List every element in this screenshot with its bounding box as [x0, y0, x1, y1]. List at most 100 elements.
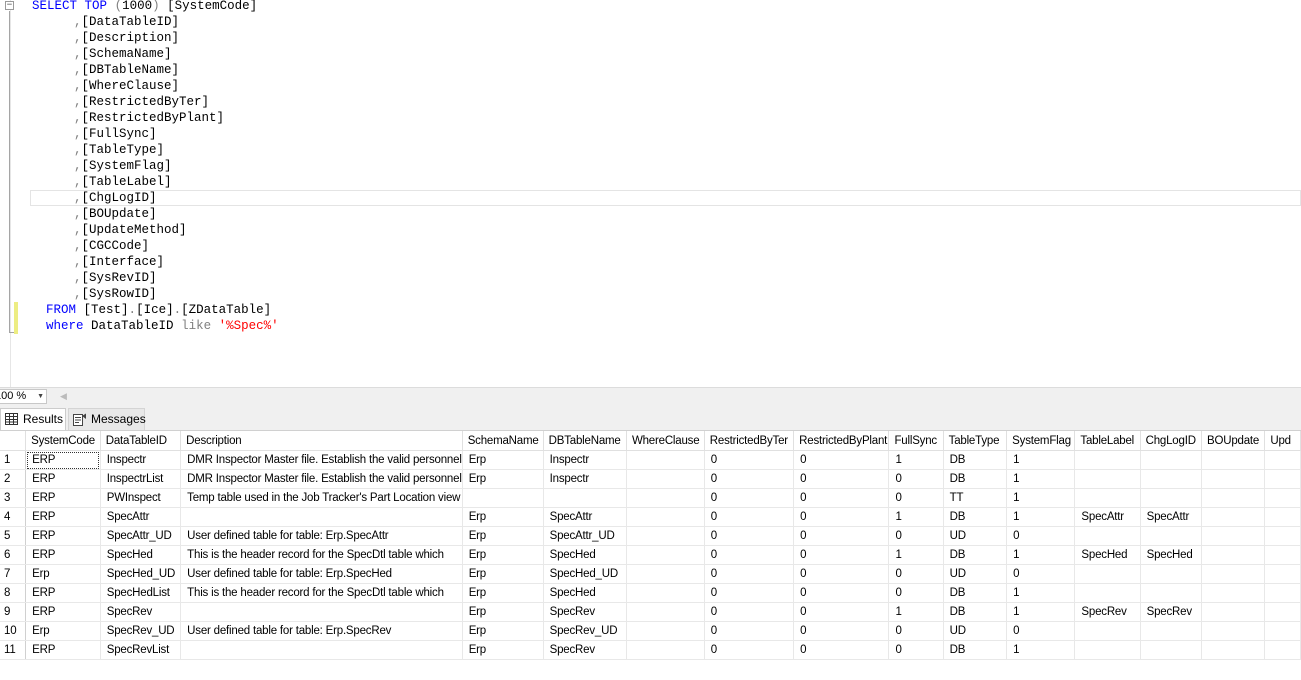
table-cell[interactable]	[1074, 450, 1141, 470]
table-cell[interactable]: 0	[704, 640, 795, 660]
table-cell[interactable]	[1264, 545, 1301, 565]
table-cell[interactable]: SpecHed	[100, 545, 182, 565]
table-cell[interactable]: SpecRev_UD	[543, 621, 627, 641]
table-cell[interactable]	[1264, 621, 1301, 641]
table-cell[interactable]: ERP	[25, 526, 101, 546]
table-cell[interactable]: 0	[888, 564, 944, 584]
table-cell[interactable]: ERP	[25, 507, 101, 527]
table-cell[interactable]: 0	[888, 583, 944, 603]
column-header[interactable]: BOUpdate	[1201, 431, 1266, 451]
table-cell[interactable]: SpecHed	[1140, 545, 1203, 565]
table-cell[interactable]: Erp	[462, 507, 544, 527]
table-cell[interactable]: DB	[943, 469, 1008, 489]
table-row[interactable]: 8 ERP SpecHedList This is the header record…	[0, 583, 1301, 603]
column-header[interactable]: DataTableID	[100, 431, 182, 451]
table-cell[interactable]: 0	[793, 564, 890, 584]
column-header[interactable]: SystemCode	[25, 431, 101, 451]
table-cell[interactable]	[462, 488, 544, 508]
table-cell[interactable]: Erp	[25, 621, 101, 641]
table-cell[interactable]: Inspectr	[543, 450, 627, 470]
table-cell[interactable]	[180, 640, 463, 660]
table-cell[interactable]: 0	[793, 450, 890, 470]
table-cell[interactable]: SpecRev	[1140, 602, 1203, 622]
column-header[interactable]: Description	[180, 431, 463, 451]
table-cell[interactable]: 0	[704, 488, 795, 508]
row-number[interactable]: 2	[0, 469, 27, 489]
table-cell[interactable]: User defined table for table: Erp.SpecHe…	[180, 564, 463, 584]
table-cell[interactable]: 0	[704, 450, 795, 470]
table-cell[interactable]: This is the header record for the SpecDt…	[180, 545, 463, 565]
row-number[interactable]: 5	[0, 526, 27, 546]
table-cell[interactable]: User defined table for table: Erp.SpecAt…	[180, 526, 463, 546]
table-cell[interactable]	[1264, 507, 1301, 527]
column-header[interactable]: WhereClause	[626, 431, 705, 451]
table-cell[interactable]: ERP	[25, 450, 101, 470]
table-cell[interactable]: SpecRev	[543, 640, 627, 660]
table-cell[interactable]: 0	[793, 602, 890, 622]
table-cell[interactable]: DMR Inspector Master file. Establish the…	[180, 450, 463, 470]
table-cell[interactable]	[1201, 583, 1266, 603]
table-cell[interactable]: ERP	[25, 583, 101, 603]
table-cell[interactable]: 1	[1006, 545, 1076, 565]
table-cell[interactable]: 1	[888, 545, 944, 565]
table-cell[interactable]: This is the header record for the SpecDt…	[180, 583, 463, 603]
column-header[interactable]: ChgLogID	[1140, 431, 1203, 451]
table-cell[interactable]: 1	[1006, 602, 1076, 622]
table-cell[interactable]: 0	[704, 469, 795, 489]
table-cell[interactable]: SpecAttr	[1074, 507, 1141, 527]
table-cell[interactable]: User defined table for table: Erp.SpecRe…	[180, 621, 463, 641]
table-cell[interactable]: UD	[943, 526, 1008, 546]
table-cell[interactable]: DB	[943, 450, 1008, 470]
table-cell[interactable]: 0	[888, 640, 944, 660]
table-cell[interactable]: ERP	[25, 488, 101, 508]
table-cell[interactable]	[1140, 621, 1203, 641]
table-cell[interactable]: 0	[888, 526, 944, 546]
table-cell[interactable]: DB	[943, 507, 1008, 527]
table-cell[interactable]	[626, 507, 705, 527]
table-cell[interactable]: 0	[704, 507, 795, 527]
table-cell[interactable]: Erp	[462, 583, 544, 603]
scroll-left-icon[interactable]: ◀	[60, 391, 67, 402]
table-row[interactable]: 2 ERP InspectrList DMR Inspector Master fil…	[0, 469, 1301, 489]
table-cell[interactable]: ERP	[25, 640, 101, 660]
table-cell[interactable]: ERP	[25, 469, 101, 489]
table-cell[interactable]	[626, 526, 705, 546]
table-cell[interactable]: SpecHed	[543, 583, 627, 603]
table-cell[interactable]: 0	[793, 526, 890, 546]
table-cell[interactable]: 0	[793, 583, 890, 603]
column-header[interactable]: FullSync	[888, 431, 944, 451]
table-cell[interactable]: SpecRev	[1074, 602, 1141, 622]
table-cell[interactable]: 0	[1006, 526, 1076, 546]
table-cell[interactable]: DB	[943, 640, 1008, 660]
table-cell[interactable]: DB	[943, 545, 1008, 565]
table-cell[interactable]: SpecHed	[1074, 545, 1141, 565]
table-cell[interactable]: ERP	[25, 545, 101, 565]
table-cell[interactable]	[1201, 507, 1266, 527]
table-cell[interactable]	[626, 583, 705, 603]
table-cell[interactable]: SpecAttr	[1140, 507, 1203, 527]
table-cell[interactable]	[1264, 602, 1301, 622]
table-cell[interactable]	[1140, 526, 1203, 546]
table-cell[interactable]: 0	[793, 640, 890, 660]
table-row[interactable]: 9 ERP SpecRev Erp SpecRev 0 0 1 DB 1 SpecRev SpecRe…	[0, 602, 1301, 622]
table-cell[interactable]	[626, 450, 705, 470]
tab-messages[interactable]: Messages	[68, 408, 146, 430]
table-row[interactable]: 6 ERP SpecHed This is the header record for…	[0, 545, 1301, 565]
table-cell[interactable]: SpecHed	[543, 545, 627, 565]
table-cell[interactable]	[626, 469, 705, 489]
column-header[interactable]: TableType	[943, 431, 1008, 451]
sql-editor[interactable]: − SELECT TOP (1000) [SystemCode] ,[DataT…	[0, 0, 1301, 387]
table-cell[interactable]	[1201, 602, 1266, 622]
row-number[interactable]: 3	[0, 488, 27, 508]
table-cell[interactable]: 0	[888, 621, 944, 641]
row-number[interactable]: 4	[0, 507, 27, 527]
table-cell[interactable]	[626, 545, 705, 565]
table-cell[interactable]	[1264, 526, 1301, 546]
table-cell[interactable]: DB	[943, 583, 1008, 603]
table-cell[interactable]	[1201, 450, 1266, 470]
table-cell[interactable]	[1140, 564, 1203, 584]
table-cell[interactable]	[1140, 583, 1203, 603]
table-cell[interactable]: 0	[704, 621, 795, 641]
table-cell[interactable]: Erp	[462, 621, 544, 641]
table-cell[interactable]: 1	[888, 507, 944, 527]
